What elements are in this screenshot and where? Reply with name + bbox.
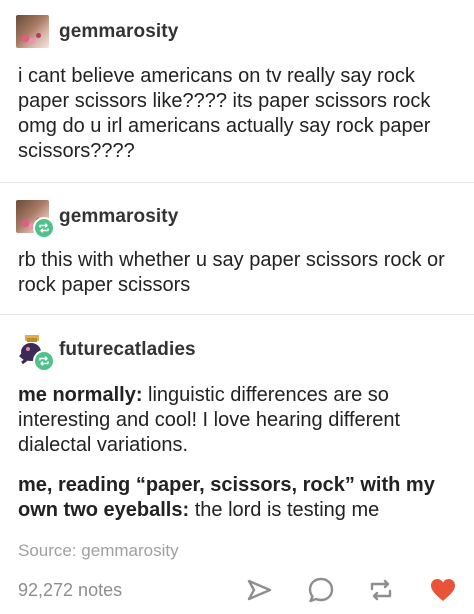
reblog-badge-icon [33, 217, 55, 239]
post-footer: 92,272 notes [0, 570, 474, 610]
post-header: gemmarosity [16, 15, 178, 48]
post-paragraph-2: me, reading “paper, scissors, rock” with… [18, 473, 458, 523]
notes-count[interactable]: 92,272 notes [18, 580, 122, 601]
reblog-icon[interactable] [366, 575, 396, 605]
post-header: gemmarosity [16, 200, 178, 239]
avatar[interactable] [16, 333, 55, 372]
heart-icon[interactable] [428, 575, 458, 605]
share-icon[interactable] [244, 575, 274, 605]
body-text: the lord is testing me [189, 499, 380, 521]
post-reblog-1: gemmarosity rb this with whether u say p… [0, 183, 474, 313]
post-text: rb this with whether u say paper scissor… [18, 249, 445, 296]
username[interactable]: gemmarosity [59, 21, 178, 43]
post-original: gemmarosity i cant believe americans on … [0, 0, 474, 180]
post-header: futurecatladies [16, 333, 196, 372]
username[interactable]: futurecatladies [59, 339, 196, 361]
post-reblog-2: futurecatladies me normally: linguistic … [0, 315, 474, 540]
bold-text: me normally: [18, 384, 143, 406]
post-paragraph-1: me normally: linguistic differences are … [18, 383, 458, 458]
source-link[interactable]: Source: gemmarosity [18, 541, 179, 561]
username[interactable]: gemmarosity [59, 206, 178, 228]
reblog-badge-icon [33, 350, 55, 372]
post-text: i cant believe americans on tv really sa… [18, 65, 431, 162]
avatar[interactable] [16, 15, 49, 48]
reply-icon[interactable] [306, 575, 336, 605]
avatar[interactable] [16, 200, 55, 239]
